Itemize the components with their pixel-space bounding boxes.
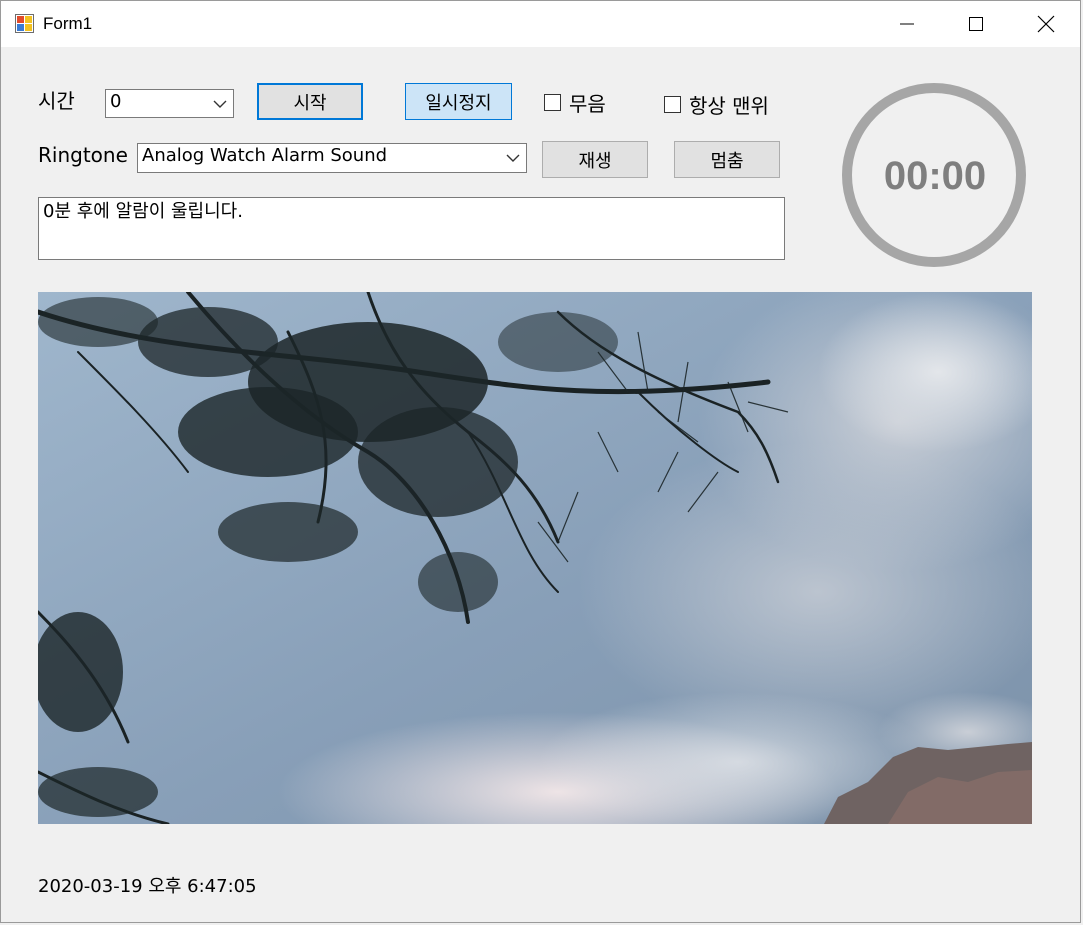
play-button[interactable]: 재생 xyxy=(542,141,648,178)
form1-window: Form1 시간 0 시작 일시정지 무음 항상 맨위 Ringtone Ana… xyxy=(0,0,1081,923)
maximize-icon xyxy=(969,17,983,31)
mute-checkbox-label: 무음 xyxy=(569,92,606,116)
datetime-label: 2020-03-19 오후 6:47:05 xyxy=(38,876,257,897)
topmost-checkbox-label: 항상 맨위 xyxy=(689,94,769,118)
maximize-button[interactable] xyxy=(942,1,1010,47)
ringtone-combobox-value: Analog Watch Alarm Sound xyxy=(142,145,388,166)
time-combobox-value: 0 xyxy=(110,91,122,112)
mute-checkbox-box[interactable] xyxy=(544,94,561,111)
time-label: 시간 xyxy=(38,89,75,113)
message-textbox[interactable]: 0분 후에 알람이 울립니다. xyxy=(38,197,785,260)
topmost-checkbox-box[interactable] xyxy=(664,96,681,113)
title-bar[interactable]: Form1 xyxy=(1,1,1080,47)
app-form-icon xyxy=(15,14,34,33)
chevron-down-icon[interactable] xyxy=(506,144,520,172)
landscape-photo-graphic xyxy=(38,292,1032,824)
landscape-photo xyxy=(38,292,1032,824)
stop-button[interactable]: 멈춤 xyxy=(674,141,780,178)
window-title: Form1 xyxy=(43,14,93,33)
time-combobox[interactable]: 0 xyxy=(105,89,234,118)
timer-ring: 00:00 xyxy=(837,81,1033,271)
minimize-icon xyxy=(900,23,914,25)
pause-button[interactable]: 일시정지 xyxy=(405,83,512,120)
start-button[interactable]: 시작 xyxy=(257,83,363,120)
ringtone-label: Ringtone xyxy=(38,143,128,167)
timer-display: 00:00 xyxy=(883,153,987,198)
minimize-button[interactable] xyxy=(873,1,941,47)
close-button[interactable] xyxy=(1012,1,1080,47)
mute-checkbox[interactable]: 무음 xyxy=(544,88,606,117)
close-icon xyxy=(1037,15,1055,33)
chevron-down-icon[interactable] xyxy=(213,90,227,117)
ringtone-combobox[interactable]: Analog Watch Alarm Sound xyxy=(137,143,527,173)
topmost-checkbox[interactable]: 항상 맨위 xyxy=(664,90,769,119)
